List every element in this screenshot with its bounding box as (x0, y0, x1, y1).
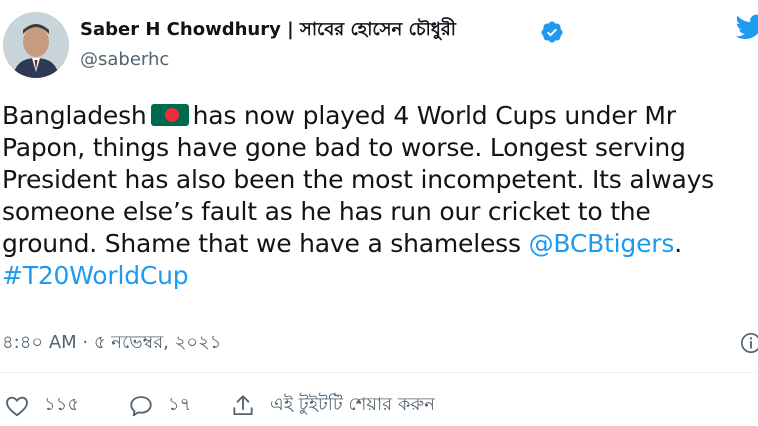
like-button[interactable]: ১১৫ (4, 390, 79, 421)
tweet-text-segment: has now played 4 World Cups under Mr (192, 101, 676, 130)
info-icon[interactable] (740, 332, 758, 354)
profile-photo-icon (3, 12, 69, 78)
tweet-line: Papon, things have gone bad to worse. Lo… (2, 133, 686, 162)
verified-badge-icon (541, 21, 563, 43)
share-button[interactable]: এই টুইটটি শেয়ার করুন (230, 390, 435, 421)
tweet-text-segment: . (674, 229, 682, 258)
divider (0, 372, 758, 373)
tweet-line: Bangladesh has now played 4 World Cups un… (2, 100, 758, 132)
tweet-timestamp[interactable]: ৪:৪০ AM · ৫ নভেম্বর, ২০২১ (2, 330, 221, 356)
tweet-line: President has also been the most incompe… (2, 165, 715, 194)
reply-icon (130, 395, 152, 416)
share-label: এই টুইটটি শেয়ার করুন (270, 394, 435, 415)
tweet-line: #T20WorldCup (2, 260, 758, 292)
heart-icon (6, 396, 28, 416)
user-handle[interactable]: @saberhc (80, 48, 169, 72)
display-name[interactable]: Saber H Chowdhury | সাবের হোসেন চৌধুরী (80, 17, 456, 43)
mention-link[interactable]: @BCBtigers (529, 229, 675, 258)
tweet-text-segment: ground. Shame that we have a shameless (2, 229, 529, 258)
tweet-line: ground. Shame that we have a shameless @… (2, 228, 758, 260)
hashtag-link[interactable]: #T20WorldCup (2, 261, 189, 290)
twitter-logo-icon[interactable] (736, 14, 758, 40)
share-icon (233, 394, 253, 415)
reply-button[interactable]: ১৭ (128, 390, 191, 421)
tweet-line: someone else’s fault as he has run our c… (2, 197, 651, 226)
like-count: ১১৫ (44, 394, 80, 415)
tweet-text: Bangladesh has now played 4 World Cups un… (2, 100, 758, 292)
reply-count: ১৭ (168, 394, 192, 415)
flag-bangladesh-icon (150, 104, 189, 126)
tweet-text-segment: Bangladesh (2, 101, 147, 130)
avatar[interactable] (3, 12, 69, 78)
